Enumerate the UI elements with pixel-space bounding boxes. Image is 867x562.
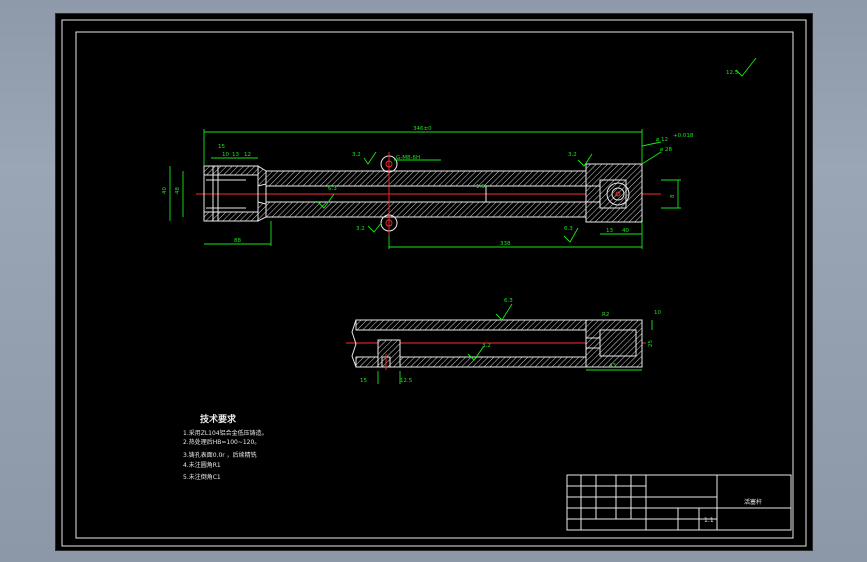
drawing-sheet: 12.5 346±0 15 10 13 12 40 48 88 338 13 4… (55, 13, 813, 551)
svg-text:12.5: 12.5 (400, 378, 413, 384)
svg-text:⌀ 12: ⌀ 12 (656, 137, 668, 143)
scale: 1:1 (704, 517, 714, 524)
svg-text:13: 13 (606, 228, 613, 234)
svg-text:+0.018: +0.018 (673, 133, 694, 139)
note-3: 3.铸孔表面0.0r ，后续精铣 (183, 451, 257, 459)
svg-text:1.6: 1.6 (476, 184, 485, 190)
note-1: 1.采用ZL104铝合金低压铸造。 (183, 429, 268, 437)
outer-border (61, 19, 807, 547)
main-view (196, 152, 661, 236)
note-2: 2.热处理后HB=100~120。 (183, 438, 260, 446)
svg-text:40: 40 (622, 228, 629, 234)
section-view (346, 319, 646, 370)
general-roughness-symbol: 12.5 (726, 57, 757, 77)
svg-text:6.3: 6.3 (504, 298, 513, 304)
svg-text:8: 8 (670, 194, 676, 198)
svg-text:3.2: 3.2 (356, 226, 365, 232)
svg-text:15: 15 (218, 144, 225, 150)
note-5: 5.未注倒角C1 (183, 473, 221, 481)
svg-text:13: 13 (232, 152, 239, 158)
title-block: 活塞杆 1:1 (566, 474, 792, 531)
svg-text:15: 15 (360, 378, 367, 384)
svg-text:40: 40 (162, 187, 168, 194)
part-name: 活塞杆 (744, 498, 762, 506)
svg-text:3.2: 3.2 (482, 343, 491, 349)
svg-text:48: 48 (175, 187, 181, 194)
svg-text:12: 12 (244, 152, 251, 158)
svg-text:⌀ 28: ⌀ 28 (660, 147, 673, 153)
technical-notes: 技术要求 1.采用ZL104铝合金低压铸造。 2.热处理后HB=100~120。… (183, 413, 268, 481)
svg-text:3.2: 3.2 (352, 152, 361, 158)
svg-text:6.3: 6.3 (328, 186, 337, 192)
svg-text:10: 10 (654, 310, 661, 316)
note-4: 4.未注圆角R1 (183, 461, 221, 469)
cad-drawing: 12.5 346±0 15 10 13 12 40 48 88 338 13 4… (61, 19, 807, 547)
tube-lower-wall (265, 201, 587, 218)
svg-text:25: 25 (648, 340, 654, 347)
notes-title: 技术要求 (200, 413, 237, 425)
svg-text:338: 338 (500, 241, 511, 247)
svg-text:R2: R2 (602, 312, 609, 318)
svg-text:43: 43 (609, 363, 616, 369)
svg-text:346±0: 346±0 (413, 126, 432, 132)
svg-text:10: 10 (222, 152, 229, 158)
svg-text:3.2: 3.2 (568, 152, 577, 158)
tube-upper-wall (265, 170, 587, 187)
svg-text:88: 88 (234, 238, 241, 244)
svg-text:6.3: 6.3 (564, 226, 573, 232)
end-block (585, 163, 643, 223)
